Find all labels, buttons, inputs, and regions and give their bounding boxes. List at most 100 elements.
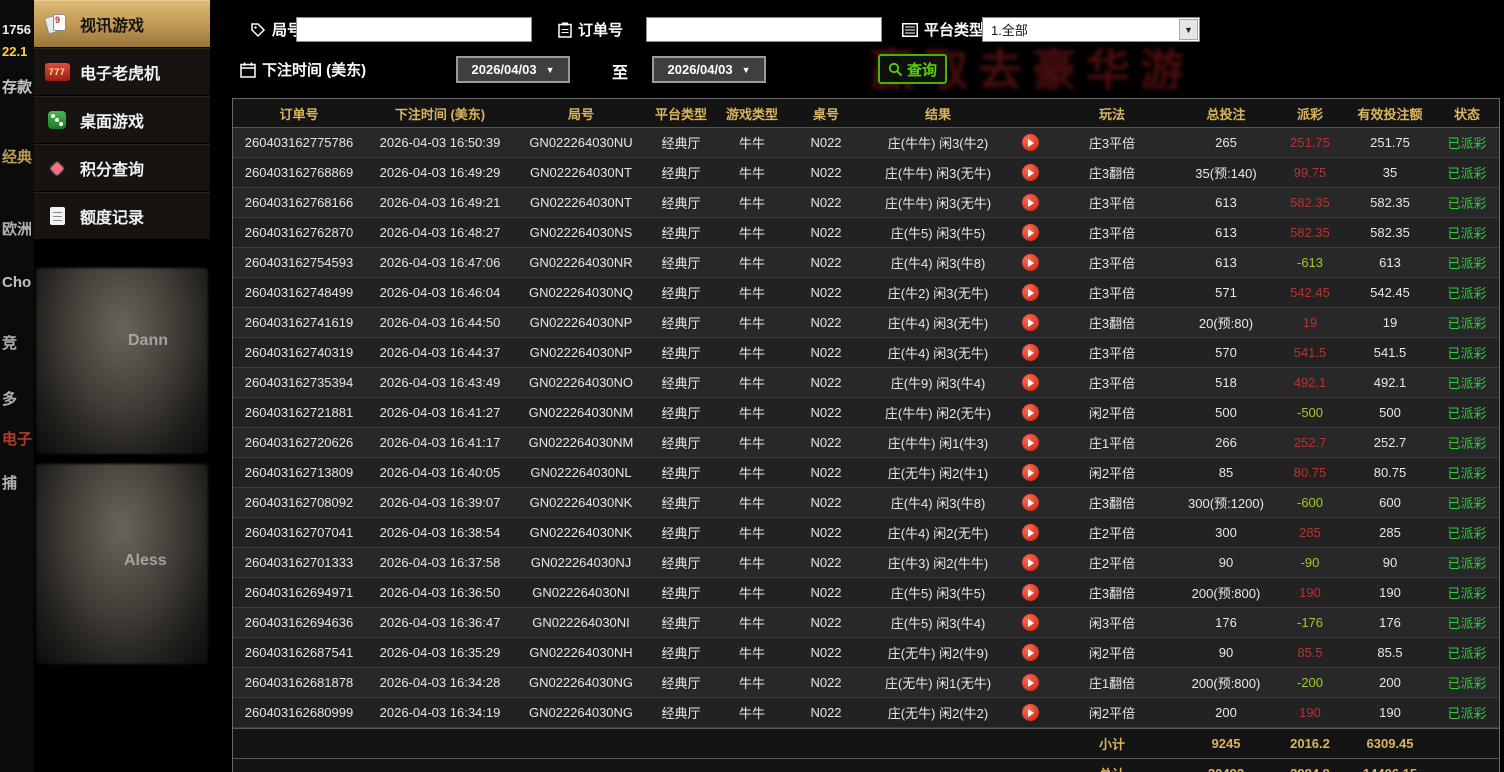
cell-status: 已派彩 (1447, 676, 1487, 691)
platform-type-select[interactable]: 1.全部 ▼ (982, 17, 1200, 42)
cell-order: 260403162720626 (244, 435, 354, 450)
cell-total-bet: 85 (1218, 465, 1234, 480)
background-text-fragment: Cho (2, 274, 32, 291)
sidebar-item-video-games[interactable]: 9 视讯游戏 (34, 0, 210, 48)
sidebar-item-label: 桌面游戏 (80, 114, 145, 131)
subtotal-label: 小计 (1098, 737, 1125, 752)
table-row: 260403162735394 2026-04-03 16:43:49 GN0222… (233, 368, 1499, 398)
cell-table-no: N022 (810, 435, 842, 450)
background-text-fragment: 电子 (2, 431, 33, 448)
result-video-cell (1013, 668, 1047, 697)
cell-time: 2026-04-03 16:36:50 (379, 585, 501, 600)
order-number-input[interactable] (646, 17, 882, 42)
cell-payout: 190 (1299, 585, 1321, 600)
cell-order: 260403162775786 (244, 135, 354, 150)
result-video-cell (1013, 698, 1047, 727)
cell-platform: 经典厅 (661, 616, 701, 631)
search-icon (888, 62, 903, 76)
play-video-icon[interactable] (1021, 584, 1039, 601)
cell-result: 庄(牛牛) 闲3(无牛) (884, 166, 992, 181)
table-row: 260403162748499 2026-04-03 16:46:04 GN0222… (233, 278, 1499, 308)
date-to-picker[interactable]: 2026/04/03 ▼ (652, 56, 766, 83)
cell-order: 260403162768166 (244, 195, 354, 210)
cell-game: GN022264030NK (529, 495, 633, 510)
play-video-icon[interactable] (1021, 644, 1039, 661)
date-from-picker[interactable]: 2026/04/03 ▼ (456, 56, 570, 83)
play-video-icon[interactable] (1021, 494, 1039, 511)
play-video-icon[interactable] (1021, 284, 1039, 301)
play-video-icon[interactable] (1021, 674, 1039, 691)
cell-game: GN022264030NT (530, 165, 632, 180)
sidebar-item-table-games[interactable]: 桌面游戏 (34, 96, 210, 144)
cell-payout: 80.75 (1293, 465, 1327, 480)
subtotal-total-bet: 9245 (1211, 736, 1241, 751)
cell-table-no: N022 (810, 645, 842, 660)
play-video-icon[interactable] (1021, 344, 1039, 361)
cell-valid-bet: 80.75 (1373, 465, 1407, 480)
cell-platform: 经典厅 (661, 556, 701, 571)
query-button[interactable]: 查询 (878, 54, 948, 84)
cell-time: 2026-04-03 16:43:49 (379, 375, 501, 390)
cell-valid-bet: 190 (1379, 705, 1401, 720)
cell-valid-bet: 200 (1379, 675, 1401, 690)
cell-status: 已派彩 (1447, 466, 1487, 481)
cell-game: GN022264030NT (530, 195, 632, 210)
cell-total-bet: 265 (1215, 135, 1237, 150)
play-video-icon[interactable] (1021, 704, 1039, 721)
cell-time: 2026-04-03 16:47:06 (379, 255, 501, 270)
play-video-icon[interactable] (1021, 314, 1039, 331)
play-video-icon[interactable] (1021, 164, 1039, 181)
cell-play: 庄2平倍 (1088, 556, 1136, 571)
background-page-strip: 1756 22.1 存款 经典 欧洲 Cho 竞多电子捕 (0, 0, 34, 772)
cell-game-type: 牛牛 (738, 136, 765, 151)
cell-total-bet: 500 (1215, 405, 1237, 420)
cell-time: 2026-04-03 16:50:39 (379, 135, 501, 150)
sidebar-item-label: 视讯游戏 (80, 18, 145, 35)
play-video-icon[interactable] (1021, 254, 1039, 271)
game-number-input[interactable] (296, 17, 532, 42)
play-video-icon[interactable] (1021, 434, 1039, 451)
play-video-icon[interactable] (1021, 404, 1039, 421)
sidebar-item-credit-records[interactable]: 额度记录 (34, 192, 210, 240)
list-icon (902, 22, 918, 37)
play-video-icon[interactable] (1021, 464, 1039, 481)
column-header: 游戏类型 (725, 106, 778, 122)
sidebar-item-slots[interactable]: 777 电子老虎机 (34, 48, 210, 96)
cell-time: 2026-04-03 16:38:54 (379, 525, 501, 540)
table-row: 260403162713809 2026-04-03 16:40:05 GN0222… (233, 458, 1499, 488)
cell-time: 2026-04-03 16:49:29 (379, 165, 501, 180)
play-video-icon[interactable] (1021, 614, 1039, 631)
cell-table-no: N022 (810, 195, 842, 210)
cell-valid-bet: 35 (1382, 165, 1398, 180)
cell-game: GN022264030NU (529, 135, 633, 150)
cell-platform: 经典厅 (661, 706, 701, 721)
play-video-icon[interactable] (1021, 224, 1039, 241)
cell-payout: -176 (1296, 615, 1324, 630)
cell-table-no: N022 (810, 375, 842, 390)
result-video-cell (1013, 338, 1047, 367)
chevron-down-icon: ▼ (741, 64, 751, 75)
background-balance-text: 22.1 (2, 44, 28, 59)
cell-play: 庄3平倍 (1088, 376, 1136, 391)
background-balance-text: 1756 (2, 22, 31, 37)
cell-time: 2026-04-03 16:41:17 (379, 435, 501, 450)
play-video-icon[interactable] (1021, 134, 1039, 151)
play-video-icon[interactable] (1021, 524, 1039, 541)
subtotal-payout: 2016.2 (1290, 736, 1330, 751)
sidebar-item-label: 积分查询 (80, 162, 145, 179)
cell-play: 庄3翻倍 (1088, 586, 1136, 601)
cell-result: 庄(牛4) 闲3(牛8) (890, 256, 986, 271)
total-valid-bet: 14406.15 (1345, 759, 1435, 772)
cell-game: GN022264030NP (529, 315, 633, 330)
play-video-icon[interactable] (1021, 374, 1039, 391)
result-video-cell (1013, 518, 1047, 547)
sidebar-item-points-query[interactable]: ◆ 积分查询 (34, 144, 210, 192)
cell-result: 庄(牛5) 闲3(牛4) (890, 616, 986, 631)
cell-valid-bet: 542.45 (1370, 285, 1410, 300)
play-video-icon[interactable] (1021, 194, 1039, 211)
cell-table-no: N022 (810, 585, 842, 600)
cell-platform: 经典厅 (661, 166, 701, 181)
play-video-icon[interactable] (1021, 554, 1039, 571)
subtotal-valid-bet: 6309.45 (1366, 736, 1414, 751)
table-header: 订单号 下注时间 (美东) 局号 平台类型 游戏类型 桌号 结果 玩法 总投注 派彩 有效投注额 状态 (233, 99, 1499, 128)
